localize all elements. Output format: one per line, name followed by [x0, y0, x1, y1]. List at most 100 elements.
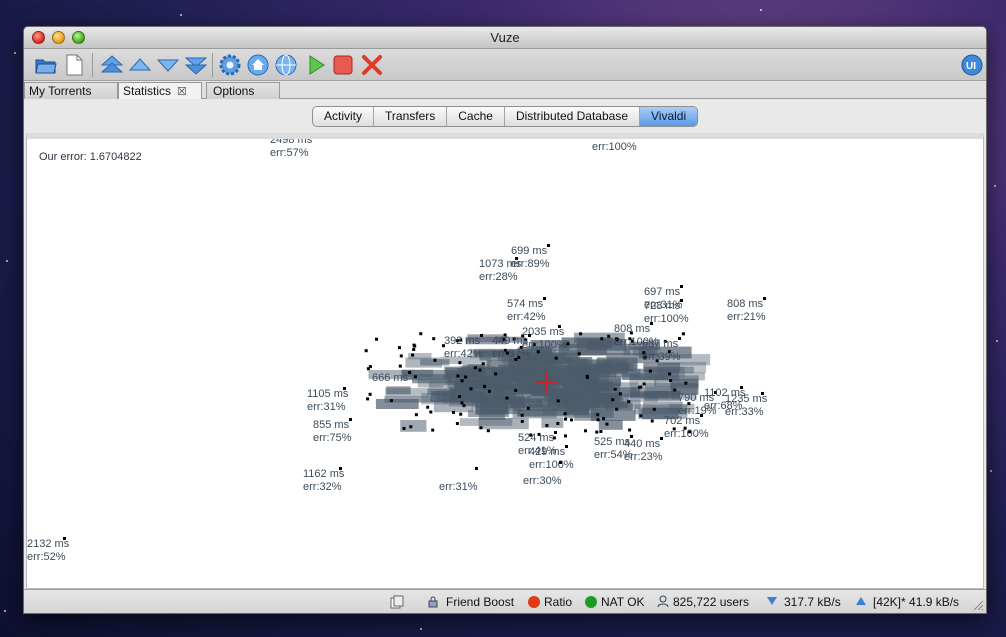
cloud-node-marker [681, 332, 685, 336]
zoom-window-button[interactable] [72, 31, 85, 44]
vivaldi-node: 855 mserr:75% [313, 418, 352, 444]
cloud-node-marker [469, 387, 473, 391]
vivaldi-node: err:100% [592, 141, 637, 153]
upload-speed-label: [42K]* 41.9 kB/s [873, 595, 960, 609]
globe-icon[interactable] [274, 54, 298, 76]
vivaldi-panel[interactable]: 2498 ms err:57% err:100% 699 ms err:89% 1073 … [26, 133, 984, 589]
cloud-node-marker [556, 399, 560, 403]
cloud-node-marker [520, 413, 524, 417]
cloud-node-marker [596, 413, 600, 417]
node-error: err:39% [642, 351, 681, 363]
cloud-node-marker [368, 365, 372, 369]
cloud-node-marker [545, 424, 549, 427]
node-error: err:42% [444, 348, 483, 360]
tab-statistics[interactable]: Statistics ☒ [118, 82, 202, 100]
nat-label: NAT OK [601, 595, 645, 609]
subtab-cache[interactable]: Cache [447, 107, 505, 126]
open-folder-icon[interactable] [34, 54, 58, 76]
cloud-node-marker [556, 422, 560, 425]
node-error: err:75% [313, 432, 352, 444]
vivaldi-plot[interactable]: 2498 mserr:57% err:100%699 mserr:89%1073 … [27, 139, 984, 589]
cloud-node-marker [412, 348, 416, 351]
cloud-node-marker [628, 428, 632, 432]
users-status[interactable]: 825,722 users [657, 595, 749, 609]
download-speed[interactable]: 317.7 kB/s [766, 595, 841, 609]
node-marker [475, 467, 478, 470]
node-error: err:31% [307, 401, 346, 413]
cloud-node-marker [481, 362, 485, 366]
new-document-icon[interactable] [62, 54, 86, 76]
tab-options[interactable]: Options [206, 82, 280, 99]
cloud-node-marker [479, 426, 483, 430]
cloud-node-marker [452, 410, 455, 414]
start-icon[interactable] [304, 54, 328, 76]
cloud-node-marker [514, 388, 518, 392]
move-up-icon[interactable] [128, 54, 152, 76]
stop-icon[interactable] [331, 54, 355, 76]
upload-speed[interactable]: [42K]* 41.9 kB/s [855, 595, 959, 609]
settings-gear-icon[interactable] [218, 54, 242, 76]
cloud-node [478, 417, 529, 430]
ratio-status[interactable]: Ratio [528, 595, 572, 609]
cloud-node-marker [364, 349, 368, 353]
friend-boost-status[interactable]: Friend Boost [446, 595, 514, 609]
cloud-node-marker [577, 352, 581, 356]
cloud-node-marker [459, 412, 463, 416]
share-icon[interactable] [390, 595, 404, 612]
node-marker [680, 299, 683, 302]
move-top-icon[interactable] [100, 54, 124, 76]
cloud-node-marker [599, 430, 603, 433]
ratio-label: Ratio [544, 595, 573, 609]
tab-label: My Torrents [29, 84, 92, 98]
cloud-node-marker [456, 374, 460, 378]
move-bottom-icon[interactable] [184, 54, 208, 76]
cloud-node-marker [596, 418, 600, 422]
cloud-node-marker [426, 405, 430, 409]
subtab-transfers[interactable]: Transfers [374, 107, 448, 126]
subtab-vivaldi[interactable]: Vivaldi [640, 107, 698, 126]
cloud-node-marker [462, 404, 466, 408]
tab-label: Statistics [123, 84, 172, 98]
node-marker [554, 431, 557, 434]
ui-switch-icon[interactable]: UI [960, 54, 984, 76]
cloud-node-marker [414, 413, 418, 417]
node-marker [650, 322, 653, 325]
node-labels: 2498 mserr:57% err:100%699 mserr:89%1073 … [27, 139, 768, 563]
cloud-node-marker [627, 400, 631, 404]
cloud-node-marker [605, 422, 609, 426]
close-tab-icon[interactable]: ☒ [177, 84, 187, 100]
cloud-node-marker [399, 354, 403, 358]
home-icon[interactable] [246, 54, 270, 76]
minimize-window-button[interactable] [52, 31, 65, 44]
title-bar[interactable]: Vuze [24, 27, 986, 49]
status-bar: Friend Boost Ratio NAT OK 825,722 users … [24, 589, 986, 613]
cloud-node-marker [411, 353, 415, 357]
cloud-node-marker [488, 389, 491, 393]
node-latency: 666 ms [372, 372, 409, 384]
cloud-node-marker [526, 406, 530, 410]
cloud-node [492, 369, 523, 376]
resize-grip[interactable] [972, 599, 984, 611]
node-marker [543, 297, 546, 300]
subtab-distributed-database[interactable]: Distributed Database [505, 107, 640, 126]
cloud-node-marker [375, 337, 378, 341]
nat-status[interactable]: NAT OK [585, 595, 645, 609]
subtab-activity[interactable]: Activity [313, 107, 375, 126]
node-error: err:100% [592, 141, 637, 153]
our-error-label: Our error: 1.6704822 [39, 151, 142, 163]
remove-icon[interactable] [360, 54, 384, 76]
cloud-node [657, 361, 707, 374]
statistics-content: Activity Transfers Cache Distributed Dat… [24, 99, 986, 589]
close-window-button[interactable] [32, 31, 45, 44]
tab-my-torrents[interactable]: My Torrents [24, 82, 118, 99]
cloud-node-marker [600, 337, 604, 341]
node-latency: 855 ms [313, 419, 350, 431]
move-down-icon[interactable] [156, 54, 180, 76]
node-error: err:57% [270, 147, 309, 159]
node-error: err:31% [439, 481, 478, 493]
cloud-node [521, 390, 568, 399]
cloud-node-marker [431, 428, 435, 432]
node-error: err:52% [27, 551, 66, 563]
node-latency: 574 ms [507, 298, 544, 310]
cloud-node-marker [684, 381, 688, 385]
